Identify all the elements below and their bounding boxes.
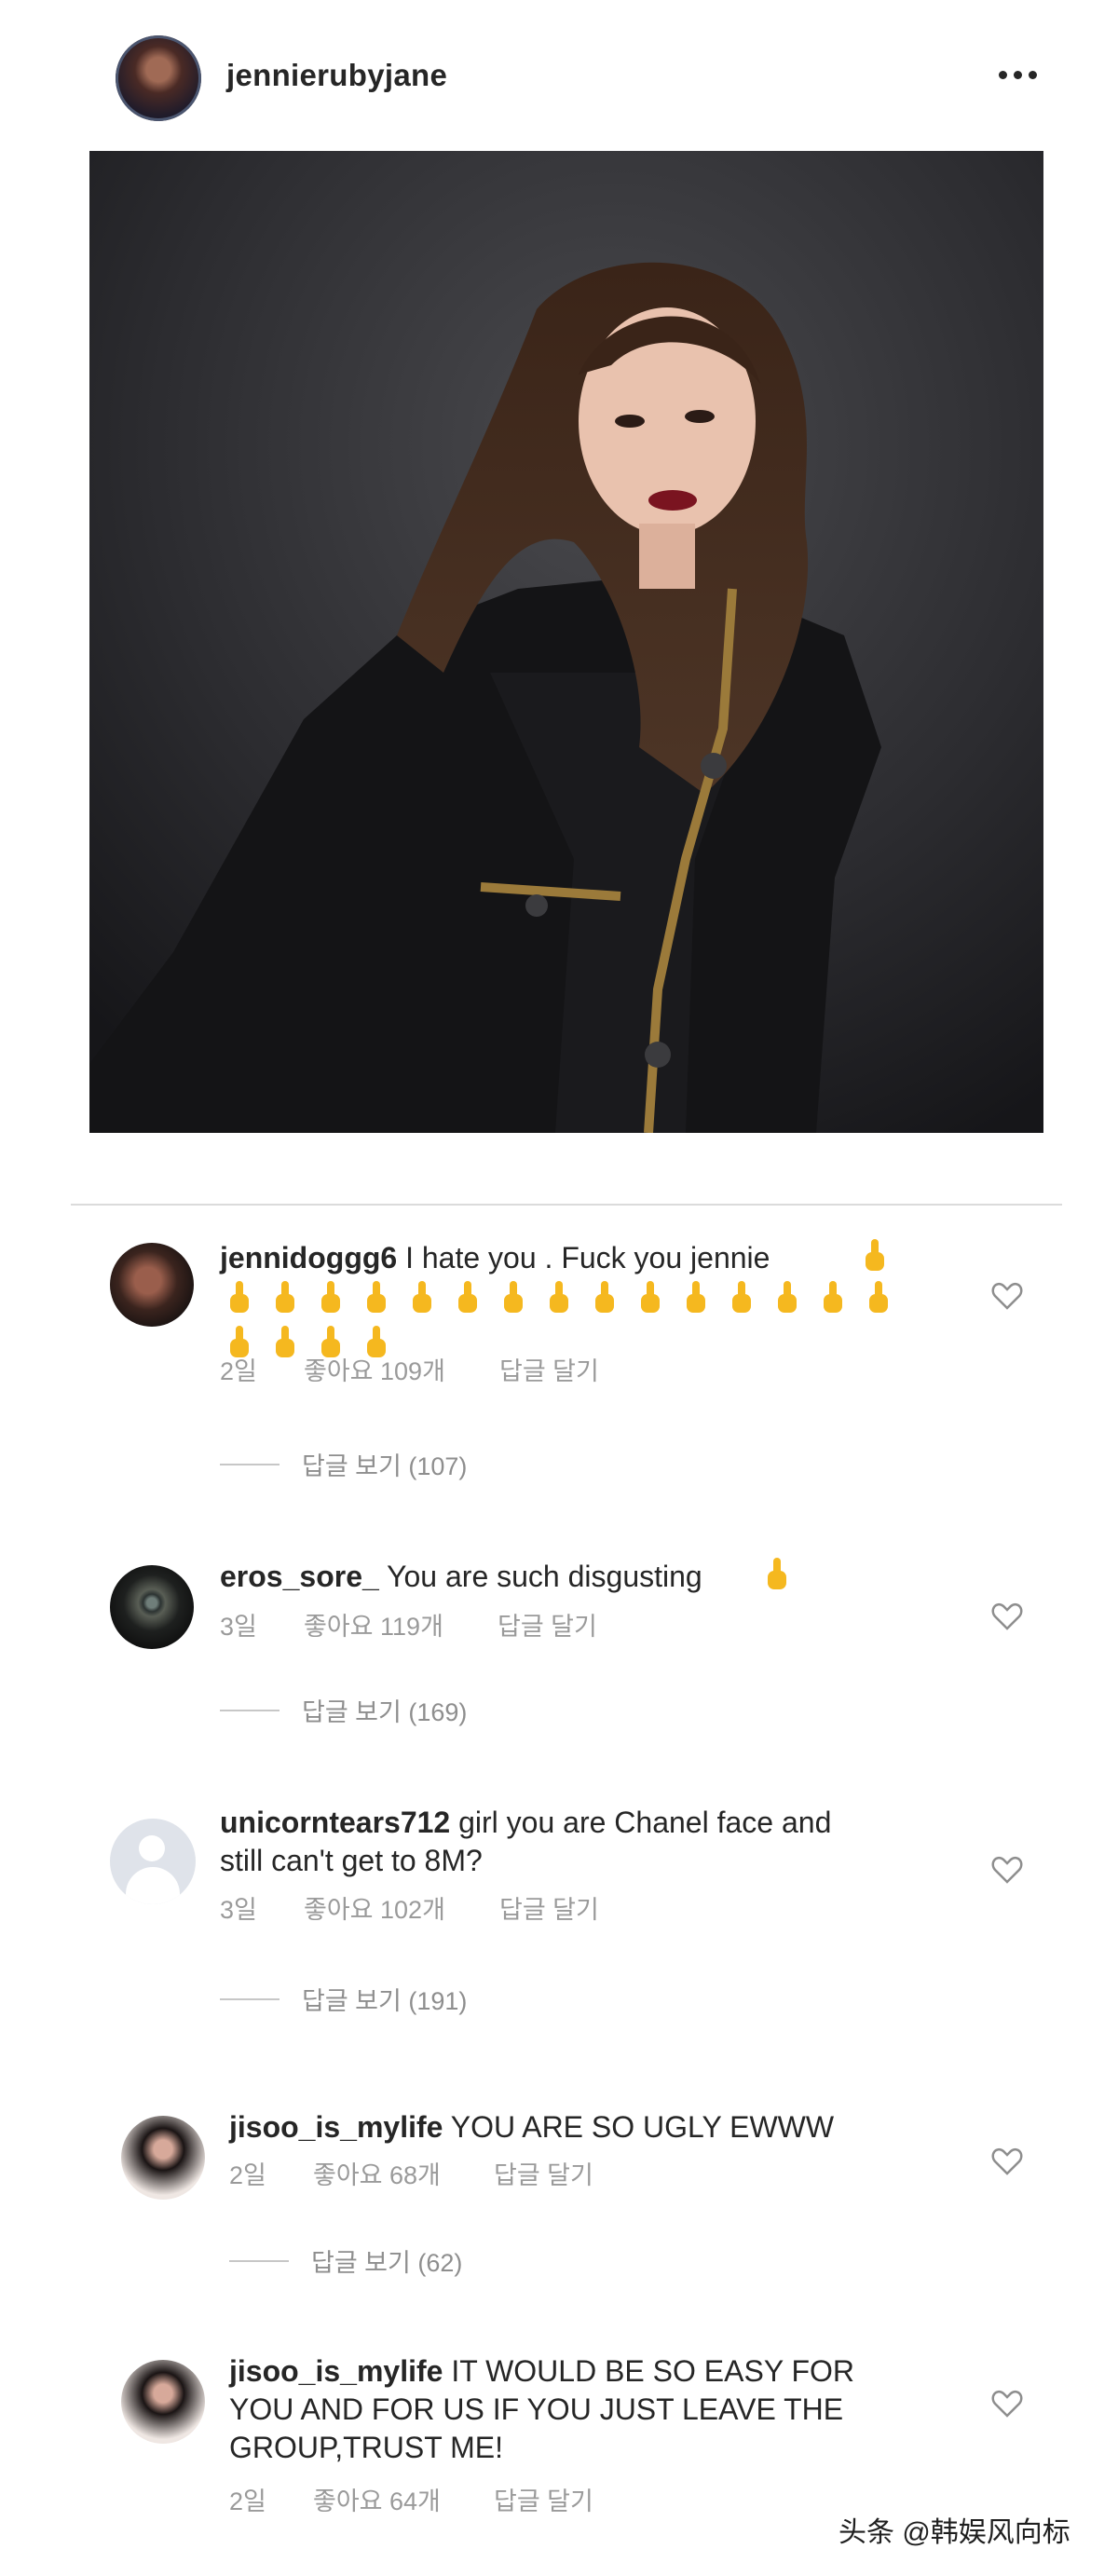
comment-meta: 2일 좋아요 109개 답글 달기 [220,1351,599,1387]
comment-username[interactable]: unicorntears712 [220,1806,450,1839]
post-photo-illustration [89,151,1043,1133]
commenter-avatar[interactable] [121,2116,205,2200]
reply-button[interactable]: 답글 달기 [494,2155,593,2191]
more-icon[interactable] [999,67,1042,82]
comment-likes[interactable]: 좋아요 68개 [313,2155,494,2191]
middle-finger-emoji [730,1281,753,1315]
middle-finger-emoji [228,1281,251,1315]
middle-finger-emoji [766,1558,788,1591]
commenter-avatar[interactable] [121,2360,205,2444]
comment-body: YOU ARE SO UGLY EWWW [450,2110,835,2144]
middle-finger-emoji [274,1281,296,1315]
comment-time: 2일 [220,1357,257,1385]
comment-body: girl you are Chanel face and [458,1806,832,1839]
heart-icon[interactable] [991,1602,1023,1630]
middle-finger-emoji [639,1281,661,1315]
middle-finger-emoji [502,1281,525,1315]
middle-finger-emoji [320,1281,342,1315]
comment-body-line3: GROUP,TRUST ME! [229,2431,503,2464]
emoji-row [228,1281,913,1315]
comment-text: jisoo_is_mylife YOU ARE SO UGLY EWWW [229,2108,834,2147]
commenter-avatar[interactable] [110,1819,196,1904]
comment-text: unicorntears712 girl you are Chanel face… [220,1804,831,1880]
comment-meta: 3일 좋아요 102개 답글 달기 [220,1889,599,1926]
middle-finger-emoji [822,1281,844,1315]
comment-username[interactable]: eros_sore_ [220,1560,379,1593]
comment-body: I hate you . Fuck you jennie [405,1241,770,1274]
view-replies-label: 답글 보기 (107) [302,1452,468,1480]
reply-button[interactable]: 답글 달기 [499,1889,599,1926]
view-replies-button[interactable]: 답글 보기 (62) [229,2242,462,2279]
view-replies-label: 답글 보기 (62) [311,2249,463,2277]
comment-time: 2일 [229,2487,266,2515]
middle-finger-emoji [411,1281,433,1315]
view-replies-label: 답글 보기 (191) [302,1987,468,2015]
comment-body: You are such disgusting [387,1560,702,1593]
middle-finger-emoji [867,1281,890,1315]
comment-time: 3일 [220,1896,257,1924]
profile-avatar[interactable] [116,35,201,121]
middle-finger-emoji [548,1281,570,1315]
middle-finger-emoji [365,1281,388,1315]
heart-icon[interactable] [991,1282,1023,1310]
comment-username[interactable]: jisoo_is_mylife [229,2110,443,2144]
heart-icon[interactable] [991,2147,1023,2175]
middle-finger-emoji [864,1239,886,1273]
comment-likes[interactable]: 좋아요 64개 [313,2481,494,2517]
comment-likes[interactable]: 좋아요 109개 [304,1351,499,1387]
comment-text: eros_sore_ You are such disgusting [220,1558,702,1596]
view-replies-label: 답글 보기 (169) [302,1698,468,1726]
view-replies-button[interactable]: 답글 보기 (191) [220,1981,467,2017]
commenter-avatar[interactable] [110,1565,194,1649]
comment-body: IT WOULD BE SO EASY FOR [451,2354,855,2388]
comment-username[interactable]: jisoo_is_mylife [229,2354,443,2388]
comment-text: jisoo_is_mylife IT WOULD BE SO EASY FOR … [229,2352,854,2467]
middle-finger-emoji [457,1281,479,1315]
heart-icon[interactable] [991,2390,1023,2418]
post-photo[interactable] [89,151,1043,1133]
watermark: 头条 @韩娱风向标 [838,2517,1070,2548]
view-replies-button[interactable]: 답글 보기 (107) [220,1446,467,1482]
comment-meta: 2일 좋아요 68개 답글 달기 [229,2155,593,2191]
reply-button[interactable]: 답글 달기 [494,2481,593,2517]
heart-icon[interactable] [991,1856,1023,1884]
commenter-avatar[interactable] [110,1243,194,1327]
comment-time: 3일 [220,1613,257,1641]
middle-finger-emoji [776,1281,798,1315]
reply-button[interactable]: 답글 달기 [498,1606,597,1642]
post-header: jennierubyjane [0,0,1118,154]
comment-body-line2: YOU AND FOR US IF YOU JUST LEAVE THE [229,2392,844,2426]
middle-finger-emoji [593,1281,616,1315]
view-replies-button[interactable]: 답글 보기 (169) [220,1692,467,1728]
comment-meta: 3일 좋아요 119개 답글 달기 [220,1606,597,1642]
middle-finger-emoji [685,1281,707,1315]
comment-likes[interactable]: 좋아요 102개 [304,1889,499,1926]
emoji-row [864,1239,909,1273]
emoji-row [766,1558,811,1591]
comment-meta: 2일 좋아요 64개 답글 달기 [229,2481,593,2517]
comment-time: 2일 [229,2161,266,2189]
reply-button[interactable]: 답글 달기 [499,1351,599,1387]
post-username[interactable]: jennierubyjane [226,58,447,93]
comments-divider [71,1204,1062,1206]
comment-likes[interactable]: 좋아요 119개 [304,1606,498,1642]
comment-username[interactable]: jennidoggg6 [220,1241,397,1274]
comment-body-line2: still can't get to 8M? [220,1844,483,1877]
comment-text: jennidoggg6 I hate you . Fuck you jennie [220,1239,770,1277]
